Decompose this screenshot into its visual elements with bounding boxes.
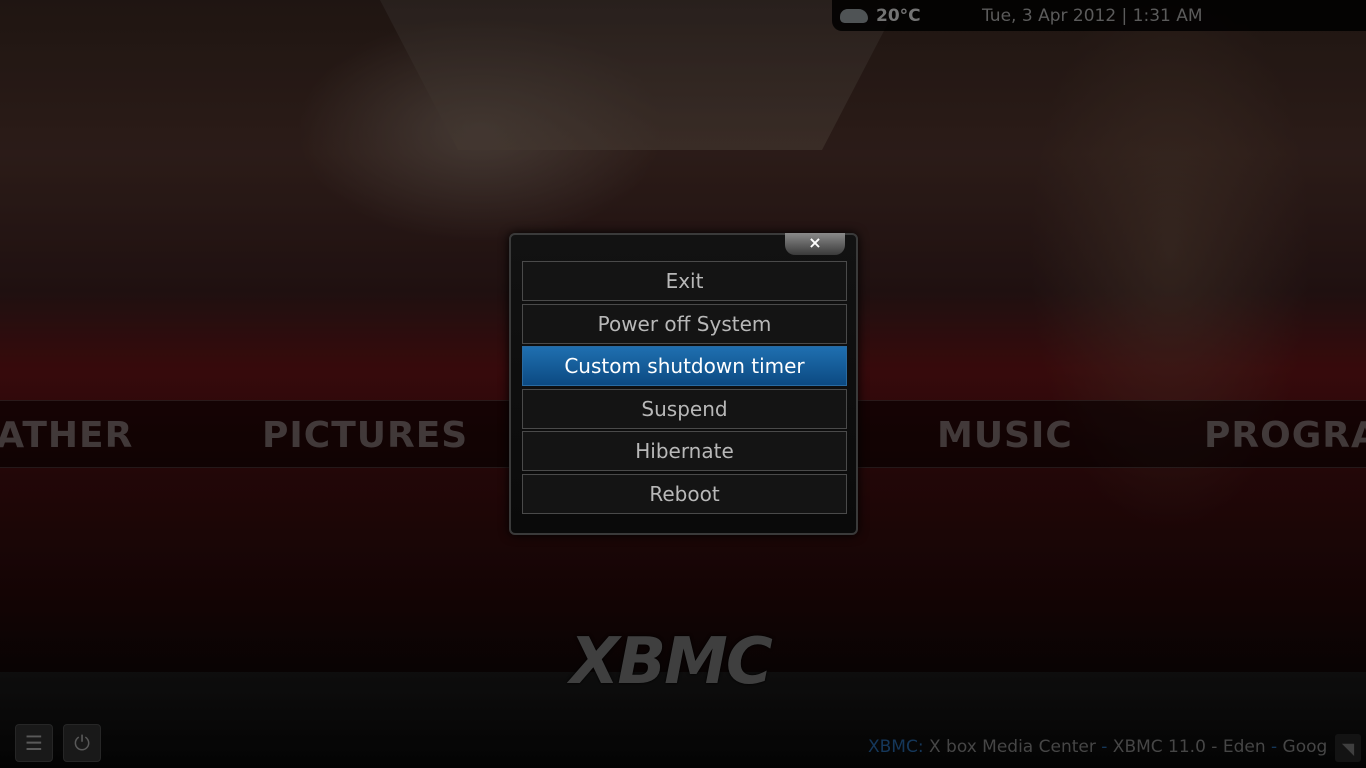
shutdown-dialog: × Exit Power off System Custom shutdown … bbox=[509, 233, 858, 535]
option-exit[interactable]: Exit bbox=[522, 261, 847, 301]
option-hibernate[interactable]: Hibernate bbox=[522, 431, 847, 471]
option-power-off[interactable]: Power off System bbox=[522, 304, 847, 344]
option-reboot[interactable]: Reboot bbox=[522, 474, 847, 514]
close-button[interactable]: × bbox=[785, 233, 845, 255]
option-suspend[interactable]: Suspend bbox=[522, 389, 847, 429]
option-custom-shutdown-timer[interactable]: Custom shutdown timer bbox=[522, 346, 847, 386]
